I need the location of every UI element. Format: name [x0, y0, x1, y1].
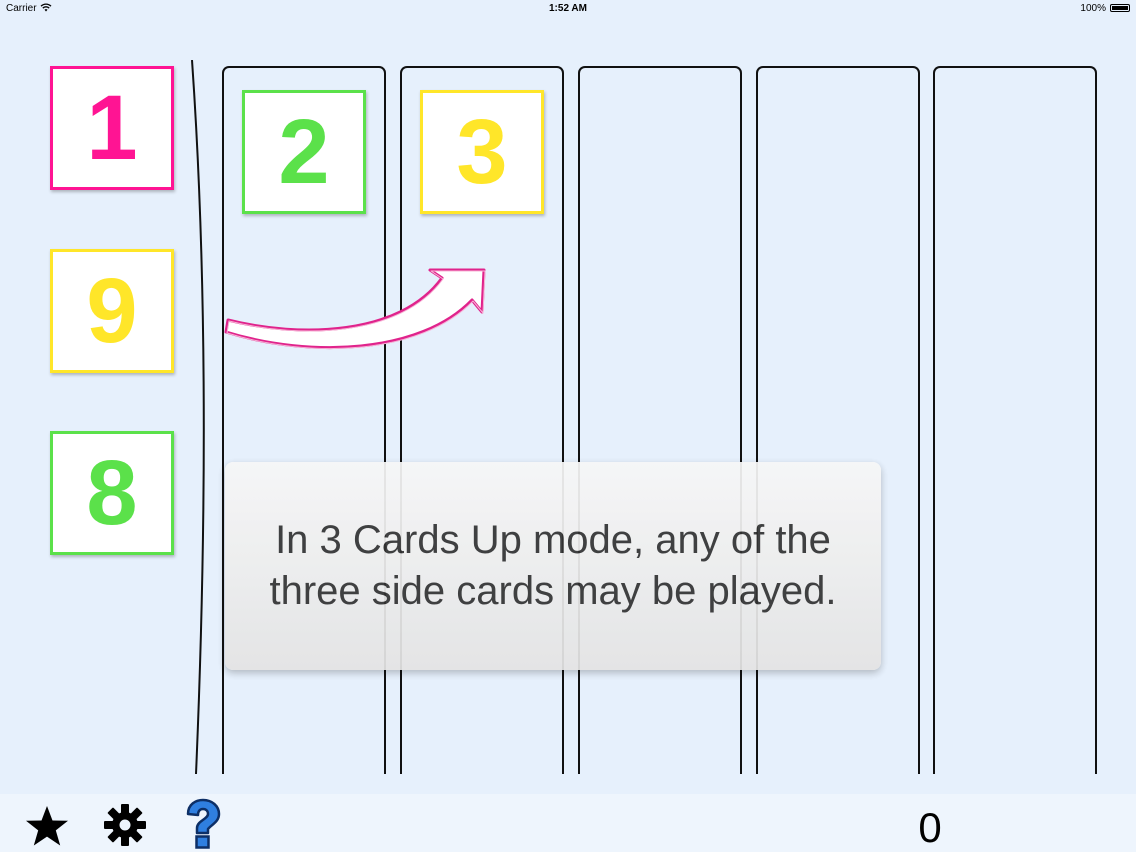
- status-bar: Carrier 1:52 AM 100%: [0, 0, 1136, 18]
- side-card[interactable]: 9: [50, 249, 174, 373]
- clock: 1:52 AM: [549, 3, 587, 14]
- star-icon[interactable]: [24, 804, 70, 848]
- card-value: 8: [86, 441, 138, 544]
- hint-text: In 3 Cards Up mode, any of the three sid…: [269, 518, 837, 613]
- card-value: 1: [86, 76, 138, 179]
- side-divider: [191, 60, 205, 775]
- side-card[interactable]: 8: [50, 431, 174, 555]
- battery-percent: 100%: [1080, 3, 1106, 14]
- column-card[interactable]: 3: [420, 90, 544, 214]
- bottom-toolbar: [0, 794, 1136, 852]
- card-value: 3: [456, 100, 508, 203]
- hint-arrow: [224, 268, 486, 349]
- hint-tooltip: In 3 Cards Up mode, any of the three sid…: [225, 462, 881, 670]
- help-icon[interactable]: [180, 798, 224, 850]
- column-card[interactable]: 2: [242, 90, 366, 214]
- card-value: 2: [278, 100, 330, 203]
- side-card[interactable]: 1: [50, 66, 174, 190]
- score-counter: 0: [918, 804, 942, 851]
- battery-icon: [1110, 4, 1130, 12]
- gear-icon[interactable]: [102, 802, 148, 848]
- card-value: 9: [86, 259, 138, 362]
- play-column-5[interactable]: [933, 66, 1097, 774]
